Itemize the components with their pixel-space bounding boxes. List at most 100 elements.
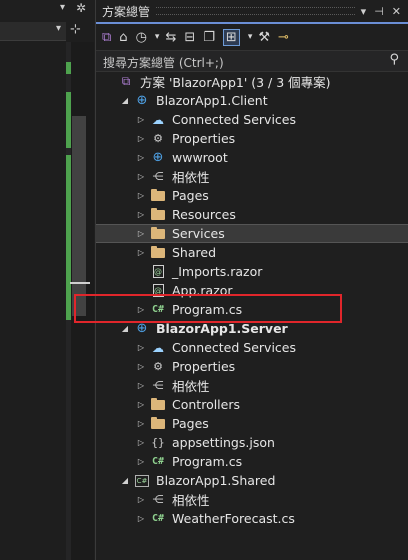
csharp-project-icon: C#: [135, 474, 149, 487]
csharp-file-icon: C#: [151, 456, 165, 467]
tree-item-label: BlazorApp1.Client: [156, 93, 268, 108]
web-project-icon: ⊕: [136, 93, 148, 108]
dependencies-icon: ⋲: [152, 493, 164, 506]
collapsed-chevron-icon[interactable]: ▷: [136, 134, 146, 143]
expanded-chevron-icon[interactable]: ◢: [120, 96, 130, 105]
search-input[interactable]: 搜尋方案總管 (Ctrl+;) ⚲: [96, 50, 408, 72]
collapse-all-icon[interactable]: ⊟: [184, 30, 195, 45]
tree-item[interactable]: ▷ Shared: [96, 243, 408, 262]
collapsed-chevron-icon[interactable]: ▷: [136, 115, 146, 124]
tree-item[interactable]: ▷ C# Program.cs: [96, 300, 408, 319]
tab-dropdown-icon[interactable]: ▾: [60, 2, 65, 13]
editor-area: ▾ ✲ ▾ ⊹: [0, 0, 94, 560]
tree-item[interactable]: ▷ Services: [96, 224, 408, 243]
folder-icon: [150, 226, 166, 241]
tree-item-label: Pages: [172, 416, 209, 431]
solution-explorer-toolbar: ⧉ ⌂ ◷ ▾ ⇆ ⊟ ❐ ⊞ ▾ ⚒ ⊸: [96, 24, 408, 50]
collapsed-chevron-icon[interactable]: ▷: [136, 419, 146, 428]
collapsed-chevron-icon[interactable]: ▷: [136, 229, 146, 238]
expanded-chevron-icon[interactable]: ◢: [120, 324, 130, 333]
sync-with-document-icon[interactable]: ⇆: [165, 30, 176, 45]
collapsed-chevron-icon[interactable]: ▷: [136, 153, 146, 162]
razor-file-icon: @: [152, 284, 164, 297]
close-icon[interactable]: ✕: [392, 5, 401, 18]
solution-tree: ⧉ 方案 'BlazorApp1' (3 / 3 個專案) ◢ ⊕ BlazorApp1…: [96, 72, 408, 528]
tree-item[interactable]: ▷ C# WeatherForecast.cs: [96, 509, 408, 528]
tree-item[interactable]: ▷ ⊕ wwwroot: [96, 148, 408, 167]
collapsed-chevron-icon[interactable]: ▷: [136, 248, 146, 257]
tree-item-label: WeatherForecast.cs: [172, 511, 295, 526]
tree-item-label: _Imports.razor: [172, 264, 263, 279]
collapsed-chevron-icon[interactable]: ▷: [136, 400, 146, 409]
collapsed-chevron-icon[interactable]: ▷: [136, 381, 146, 390]
solution-explorer: 方案總管 ▾ ⊣ ✕ ⧉ ⌂ ◷ ▾ ⇆ ⊟ ❐ ⊞ ▾ ⚒ ⊸ 搜尋方案總管 …: [95, 0, 408, 560]
properties-view-icon[interactable]: ⊞: [222, 28, 240, 46]
solution-explorer-title-bar[interactable]: 方案總管 ▾ ⊣ ✕: [96, 0, 408, 22]
collapsed-chevron-icon[interactable]: ▷: [136, 495, 146, 504]
tree-item[interactable]: ▷ ☁ Connected Services: [96, 338, 408, 357]
search-icon[interactable]: ⚲: [389, 52, 399, 67]
wrench-icon[interactable]: ⚒: [258, 30, 270, 45]
tree-item-label: appsettings.json: [172, 435, 275, 450]
tree-item[interactable]: ⧉ 方案 'BlazorApp1' (3 / 3 個專案): [96, 72, 408, 91]
chevron-down-icon[interactable]: ▾: [56, 23, 61, 34]
window-position-icon[interactable]: ▾: [361, 5, 367, 18]
tree-item[interactable]: ▷ ☁ Connected Services: [96, 110, 408, 129]
split-editor-icon[interactable]: ⊹: [70, 22, 81, 37]
collapsed-chevron-icon[interactable]: ▷: [136, 514, 146, 523]
tree-item-label: 相依性: [172, 379, 210, 394]
tree-item[interactable]: ▷ Resources: [96, 205, 408, 224]
search-placeholder: 搜尋方案總管 (Ctrl+;): [103, 56, 224, 70]
tree-item[interactable]: @ _Imports.razor: [96, 262, 408, 281]
tree-item[interactable]: ◢ ⊕ BlazorApp1.Client: [96, 91, 408, 110]
tree-item[interactable]: ◢ C# BlazorApp1.Shared: [96, 471, 408, 490]
tree-item[interactable]: ▷ ⋲ 相依性: [96, 490, 408, 509]
preview-selected-items-icon[interactable]: ⊸: [278, 30, 289, 45]
pending-changes-filter-icon[interactable]: ◷: [136, 30, 147, 45]
pin-icon[interactable]: ⊣: [374, 5, 384, 18]
tree-item-label: 相依性: [172, 170, 210, 185]
collapsed-chevron-icon[interactable]: ▷: [136, 172, 146, 181]
folder-icon: [150, 188, 166, 203]
switch-views-icon[interactable]: ⧉: [102, 30, 111, 45]
tree-item[interactable]: ▷ Pages: [96, 186, 408, 205]
collapsed-chevron-icon[interactable]: ▷: [136, 210, 146, 219]
tree-item[interactable]: @ App.razor: [96, 281, 408, 300]
tree-item[interactable]: ▷ ⋲ 相依性: [96, 376, 408, 395]
tree-item[interactable]: ▷ {} appsettings.json: [96, 433, 408, 452]
scrollbar-thumb[interactable]: [72, 116, 86, 316]
collapsed-chevron-icon[interactable]: ▷: [136, 191, 146, 200]
collapsed-chevron-icon[interactable]: ▷: [136, 343, 146, 352]
home-icon[interactable]: ⌂: [119, 30, 127, 45]
tree-item-label: Program.cs: [172, 302, 243, 317]
tree-item-label: BlazorApp1.Server: [156, 321, 288, 336]
folder-icon: [150, 416, 166, 431]
show-all-files-icon[interactable]: ❐: [203, 30, 215, 45]
globe-icon: ⊕: [152, 150, 164, 165]
dependencies-icon: ⋲: [152, 379, 164, 392]
collapsed-chevron-icon[interactable]: ▷: [136, 362, 146, 371]
collapsed-chevron-icon[interactable]: ▷: [136, 438, 146, 447]
chevron-down-icon[interactable]: ▾: [248, 32, 253, 42]
navigation-bar[interactable]: ▾: [0, 22, 66, 41]
chevron-down-icon[interactable]: ▾: [155, 32, 160, 42]
tree-item[interactable]: ▷ Controllers: [96, 395, 408, 414]
tree-item[interactable]: ▷ ⚙ Properties: [96, 129, 408, 148]
tree-item[interactable]: ▷ Pages: [96, 414, 408, 433]
tree-item-label: Program.cs: [172, 454, 243, 469]
tree-item-label: wwwroot: [172, 150, 228, 165]
tree-item-label: 相依性: [172, 493, 210, 508]
collapsed-chevron-icon[interactable]: ▷: [136, 457, 146, 466]
tree-item-label: BlazorApp1.Shared: [156, 473, 276, 488]
solution-icon: ⧉: [121, 74, 131, 88]
tree-item[interactable]: ▷ ⚙ Properties: [96, 357, 408, 376]
collapsed-chevron-icon[interactable]: ▷: [136, 305, 146, 314]
connected-services-icon: ☁: [152, 112, 164, 127]
gear-icon[interactable]: ✲: [76, 1, 86, 15]
expanded-chevron-icon[interactable]: ◢: [120, 476, 130, 485]
tree-item[interactable]: ▷ C# Program.cs: [96, 452, 408, 471]
tree-item[interactable]: ▷ ⋲ 相依性: [96, 167, 408, 186]
tree-item-label: Properties: [172, 359, 236, 374]
tree-item[interactable]: ◢ ⊕ BlazorApp1.Server: [96, 319, 408, 338]
tree-item-label: Resources: [172, 207, 236, 222]
